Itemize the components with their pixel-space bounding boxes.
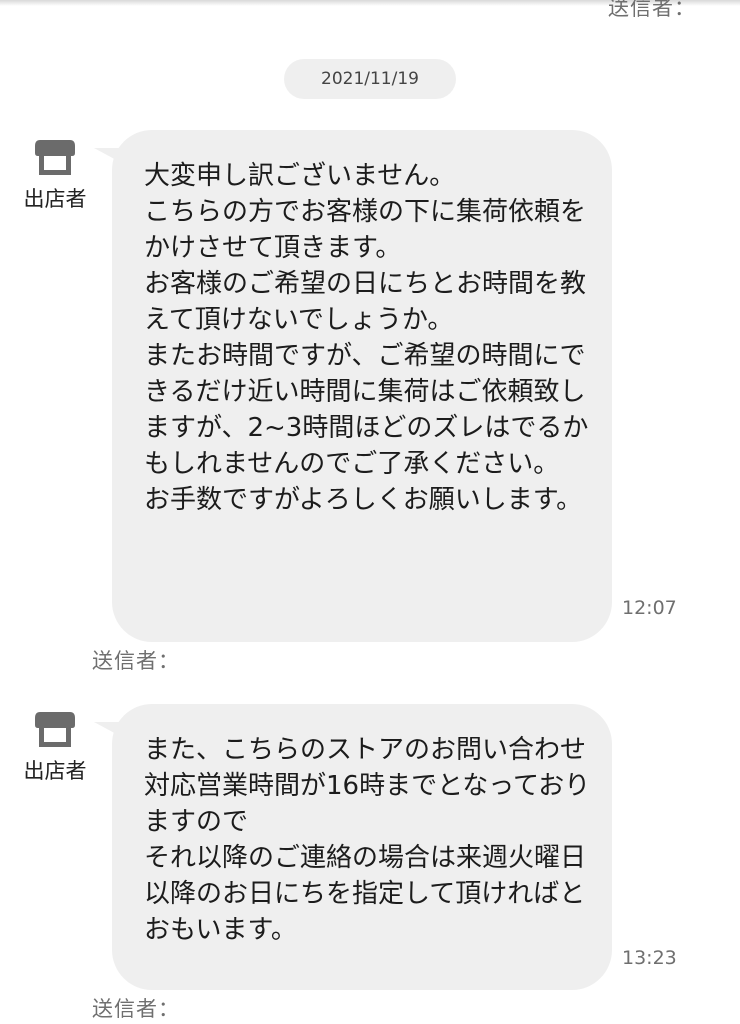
sender-label-top: 送信者： [608,0,696,20]
avatar-label: 出店者 [23,187,87,211]
sender-label: 送信者： [92,997,180,1021]
message-bubble[interactable]: また、こちらのストアのお問い合わせ対応営業時間が16時までとなっておりますので … [94,704,612,990]
sender-label: 送信者： [92,649,180,673]
message-text: 大変申し訳ございません。 こちらの方でお客様の下に集荷依頼をかけさせて頂きます。… [144,161,589,515]
seller-avatar[interactable]: 出店者 [20,710,90,784]
seller-avatar[interactable]: 出店者 [20,138,90,212]
store-icon [35,712,75,747]
avatar-label: 出店者 [23,759,87,783]
date-separator: 2021/11/19 [284,59,456,99]
message-timestamp: 13:23 [622,947,677,969]
message-text: また、こちらのストアのお問い合わせ対応営業時間が16時までとなっておりますので … [144,735,591,945]
message-bubble[interactable]: 大変申し訳ございません。 こちらの方でお客様の下に集荷依頼をかけさせて頂きます。… [94,130,612,642]
store-icon [35,140,75,175]
message-timestamp: 12:07 [622,597,677,619]
